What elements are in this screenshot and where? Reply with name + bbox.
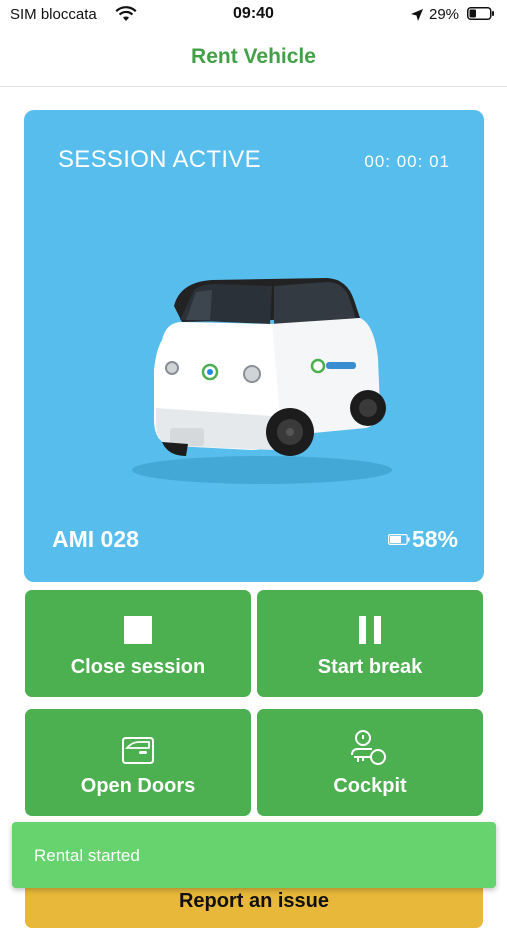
cockpit-button[interactable]: Cockpit <box>257 709 483 816</box>
vehicle-image <box>132 278 392 484</box>
battery-level: 58% <box>411 526 458 552</box>
location-arrow-icon <box>411 9 423 21</box>
stop-square-icon <box>124 616 152 644</box>
start-break-button[interactable]: Start break <box>257 590 483 697</box>
close-session-label: Close session <box>70 656 206 678</box>
open-doors-button[interactable]: Open Doors <box>25 709 251 816</box>
report-issue-label: Report an issue <box>178 890 330 912</box>
status-bar: SIM bloccata 09:40 29% <box>0 0 507 30</box>
car-door-icon <box>122 737 154 764</box>
session-timer: 00: 00: 01 <box>364 152 450 171</box>
battery-icon <box>387 534 410 545</box>
nav-divider <box>0 86 507 87</box>
session-card: SESSION ACTIVE 00: 00: 01 AMI 028 58% <box>24 110 484 582</box>
toast-notification: Rental started <box>12 822 496 888</box>
key-icon <box>351 730 386 765</box>
cockpit-label: Cockpit <box>333 775 407 797</box>
battery-icon <box>467 7 494 20</box>
page-title: Rent Vehicle <box>191 45 316 68</box>
session-status-title: SESSION ACTIVE <box>58 146 261 173</box>
vehicle-battery: 58% <box>387 526 458 553</box>
open-doors-label: Open Doors <box>80 775 196 797</box>
pause-icon <box>359 616 381 644</box>
toast-message: Rental started <box>34 846 140 865</box>
vehicle-name: AMI 028 <box>52 526 139 552</box>
close-session-button[interactable]: Close session <box>25 590 251 697</box>
start-break-label: Start break <box>317 656 423 678</box>
battery-percent: 29% <box>429 6 460 23</box>
